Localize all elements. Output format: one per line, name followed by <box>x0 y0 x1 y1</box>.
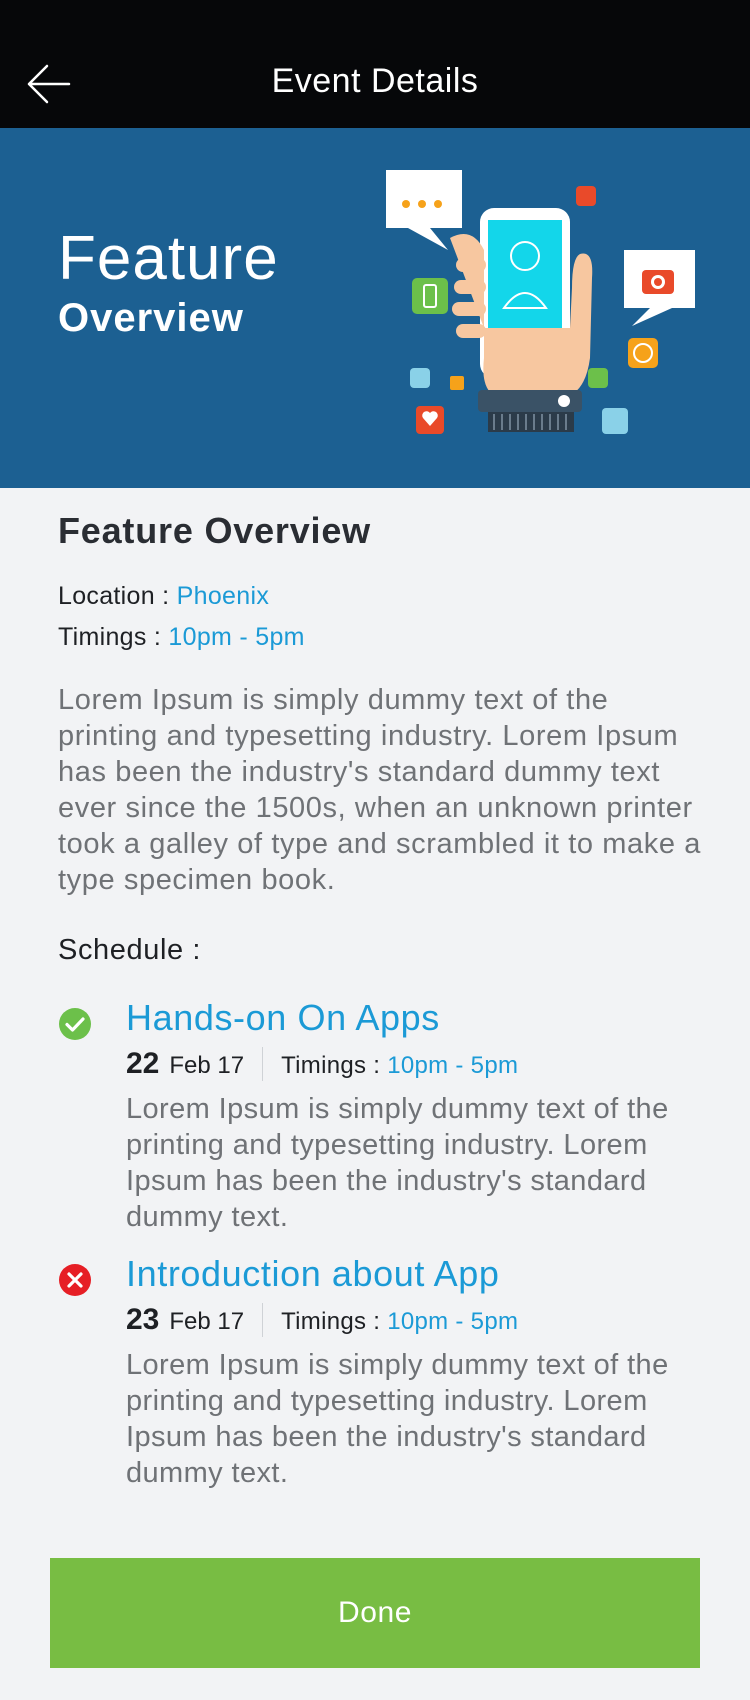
timings-value: 10pm - 5pm <box>168 623 305 651</box>
schedule-item-description: Lorem Ipsum is simply dummy text of the … <box>126 1349 669 1489</box>
schedule-item-day: 22 <box>126 1047 160 1080</box>
hero-title: Feature <box>58 224 279 293</box>
event-content: Feature Overview Location : Phoenix Timi… <box>58 510 708 1491</box>
event-description: Lorem Ipsum is simply dummy text of the … <box>58 684 701 896</box>
schedule-item-month: Feb 17 <box>169 1052 245 1079</box>
timings-row: Timings : 10pm - 5pm <box>58 623 708 652</box>
location-label: Location : <box>58 582 177 610</box>
smartphone-in-hand-illustration <box>386 170 695 434</box>
schedule-item-timings-value: 10pm - 5pm <box>387 1308 519 1335</box>
schedule-item-title[interactable]: Introduction about App <box>126 1253 708 1295</box>
location-row: Location : Phoenix <box>58 582 708 611</box>
page-title: Event Details <box>271 62 479 100</box>
schedule-item-meta: 22 Feb 17 Timings : 10pm - 5pm <box>126 1047 708 1081</box>
schedule-item-timings-label: Timings : <box>281 1308 388 1335</box>
hero-banner: Feature Overview <box>0 128 750 488</box>
divider <box>262 1303 264 1337</box>
schedule-item-description: Lorem Ipsum is simply dummy text of the … <box>126 1093 669 1233</box>
check-circle-icon <box>59 1008 91 1040</box>
schedule-item-timings: Timings : 10pm - 5pm <box>281 1052 518 1080</box>
schedule-item[interactable]: Introduction about App 23 Feb 17 Timings… <box>58 1253 708 1491</box>
schedule-heading: Schedule : <box>58 934 202 966</box>
schedule-item-day: 23 <box>126 1303 160 1336</box>
schedule-item-timings: Timings : 10pm - 5pm <box>281 1308 518 1336</box>
event-title: Feature Overview <box>58 510 371 551</box>
hero-subtitle: Overview <box>58 296 244 340</box>
schedule-item-timings-label: Timings : <box>281 1052 388 1079</box>
top-navigation-bar: Event Details <box>0 0 750 128</box>
location-value: Phoenix <box>176 582 270 610</box>
x-circle-icon <box>59 1264 91 1296</box>
schedule-item-meta: 23 Feb 17 Timings : 10pm - 5pm <box>126 1303 708 1337</box>
schedule-item[interactable]: Hands-on On Apps 22 Feb 17 Timings : 10p… <box>58 997 708 1235</box>
schedule-item-timings-value: 10pm - 5pm <box>387 1052 519 1079</box>
timings-label: Timings : <box>58 623 169 651</box>
schedule-item-month: Feb 17 <box>169 1308 245 1335</box>
done-button[interactable]: Done <box>50 1558 700 1668</box>
schedule-item-title[interactable]: Hands-on On Apps <box>126 997 708 1039</box>
divider <box>262 1047 264 1081</box>
